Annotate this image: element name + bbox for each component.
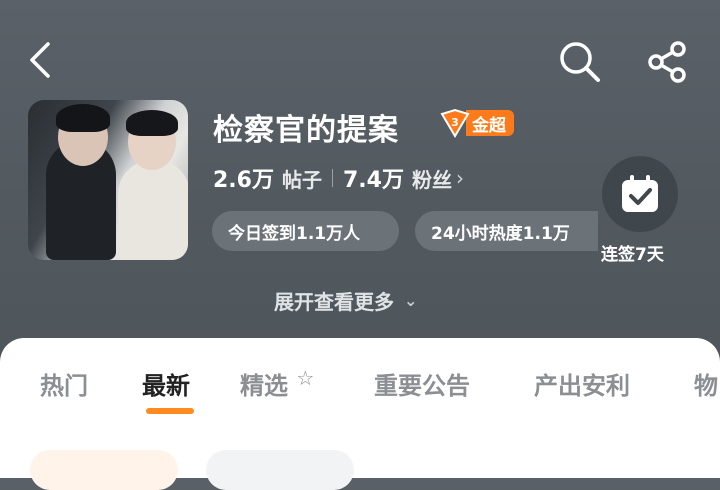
filter-chip[interactable] [206, 450, 354, 490]
posts-count: 2.6万 [213, 168, 274, 193]
tab-hot[interactable]: 热门 [40, 366, 88, 401]
badge-level: 3 [451, 116, 459, 129]
posts-label: 帖子 [281, 167, 322, 192]
heat-24h-pill[interactable]: 24小时热度1.1万 [415, 211, 598, 251]
chevron-left-icon [30, 42, 50, 78]
cover-figure-right [118, 160, 188, 260]
expand-label: 展开查看更多 [274, 290, 394, 314]
forum-cover-image[interactable] [28, 100, 188, 260]
checkin-button[interactable] [602, 156, 678, 232]
calendar-check-icon [622, 175, 658, 212]
tab-bar: 热门 最新 精选 ☆ 重要公告 产出安利 物 [0, 366, 720, 406]
chevron-right-icon: › [455, 166, 464, 190]
content-sheet: 热门 最新 精选 ☆ 重要公告 产出安利 物 [0, 338, 720, 490]
search-button[interactable] [558, 40, 602, 84]
diamond-icon: 3 [438, 108, 472, 138]
cover-hair-right [126, 110, 178, 136]
checkin-streak-label: 连签7天 [601, 245, 664, 265]
level-badge[interactable]: 3 金超 [438, 108, 514, 138]
tab-featured[interactable]: 精选 ☆ [240, 366, 314, 401]
fans-count: 7.4万 [342, 168, 404, 193]
forum-title: 检察官的提案 [213, 113, 399, 148]
forum-stats[interactable]: 2.6万 帖子 7.4万 粉丝 › [213, 162, 464, 194]
fans-label: 粉丝 [411, 167, 452, 192]
chevron-down-icon: ⌄ [404, 291, 418, 310]
stats-divider [331, 169, 333, 187]
tab-recommendations[interactable]: 产出安利 [534, 366, 630, 401]
checkin-today-pill[interactable]: 今日签到1.1万人 [212, 211, 399, 251]
share-icon [648, 41, 686, 83]
back-button[interactable] [22, 40, 62, 80]
tab-announcements[interactable]: 重要公告 [374, 366, 470, 401]
search-icon [560, 42, 600, 82]
badge-label: 金超 [466, 110, 514, 136]
share-button[interactable] [646, 40, 690, 84]
filter-chip[interactable] [30, 450, 178, 490]
active-tab-indicator [146, 408, 194, 414]
star-icon: ☆ [296, 366, 315, 390]
expand-more-button[interactable]: 展开查看更多 ⌄ [274, 286, 417, 315]
cover-hair-left [56, 104, 110, 132]
tab-latest[interactable]: 最新 [142, 366, 190, 401]
tab-featured-label: 精选 [240, 372, 288, 400]
tab-more[interactable]: 物 [694, 366, 718, 401]
